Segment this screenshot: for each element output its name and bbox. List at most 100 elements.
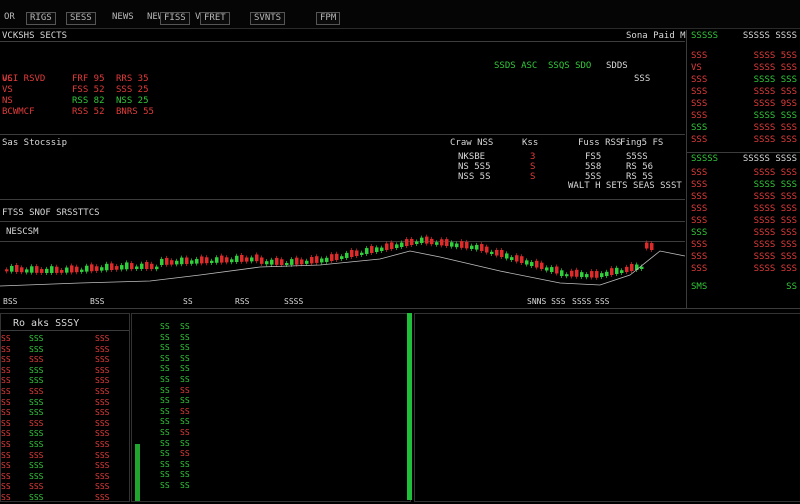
watchlist-symbol: SSS	[691, 51, 708, 61]
watchlist-row[interactable]: SSS SSSS SSS	[691, 191, 797, 203]
depth-value: SSS	[29, 439, 44, 449]
candle	[340, 256, 344, 259]
depth-value: SS	[180, 470, 190, 480]
candle	[150, 263, 154, 270]
watchlist-symbol: SSS	[691, 216, 708, 226]
candle	[530, 262, 534, 266]
depth-value: SSS	[29, 365, 44, 375]
watchlist-value: SSSS SSS	[753, 228, 797, 238]
bid-row[interactable]: NS RSS 82 NSS 25	[2, 96, 162, 107]
candle	[330, 254, 334, 261]
candle	[155, 266, 159, 270]
bid-size: SSS 25	[116, 85, 149, 95]
bid-price: RSS 52	[72, 107, 105, 117]
candle	[300, 259, 304, 265]
watchlist-value: SSSS SSS	[753, 123, 797, 133]
toolbar-item-rigs[interactable]: RIGS	[26, 12, 56, 25]
bid-row[interactable]: BCWMCF RSS 52 BNRS 55	[2, 107, 162, 118]
chart-tick-label: BSS	[3, 297, 18, 306]
depth-value: SS	[1, 376, 11, 386]
depth-value: SSS	[29, 482, 44, 492]
candle	[310, 257, 314, 264]
watchlist-row[interactable]: SSS SSSS SSS	[691, 86, 797, 98]
stock-cell: 3	[530, 152, 536, 162]
bid-symbol: BCWMCF	[2, 107, 35, 117]
candle	[215, 257, 219, 263]
depth-value: SS	[1, 482, 11, 492]
candle	[30, 266, 34, 273]
watchlist-symbol: SSS	[691, 168, 708, 178]
depth-value: SS	[180, 322, 190, 331]
candle	[600, 273, 604, 277]
depth-value: SSS	[95, 482, 110, 492]
candle	[285, 262, 289, 265]
watchlist-value: SSSS SSS	[753, 111, 797, 121]
watchlist-symbol: SSS	[691, 228, 708, 238]
bid-symbol: NS	[2, 96, 13, 106]
toolbar-item-fpm[interactable]: FPM	[316, 12, 341, 25]
stock-row[interactable]: NS 5S5 S 5S8 RS 56	[440, 162, 680, 172]
watchlist-row[interactable]: SSS SSSS SSS	[691, 179, 797, 191]
watchlist-row[interactable]: SSS SSSS SSS	[691, 134, 797, 146]
candle	[610, 268, 614, 275]
candle	[230, 259, 234, 263]
depth-value: SS	[1, 408, 11, 418]
watchlist-symbol: SSS	[691, 75, 708, 85]
depth-value: SS	[180, 385, 190, 395]
watchlist-row[interactable]: SSS SSSS SSS	[691, 239, 797, 251]
watchlist-row[interactable]: SSS SSSS SSS	[691, 215, 797, 227]
watchlist-row[interactable]: SSS SSSS SSS	[691, 227, 797, 239]
toolbar-item-or[interactable]: OR	[4, 12, 15, 23]
watchlist-row[interactable]: SSS SSSS SSS	[691, 167, 797, 179]
watchlist-row[interactable]: SSS SSSS 5SS	[691, 50, 797, 62]
candle	[540, 262, 544, 269]
watchlist-row[interactable]: SSS SSSS SSS	[691, 74, 797, 86]
chart-tick-label: SSSS	[284, 297, 304, 306]
depth-value: SS	[160, 470, 170, 480]
stock-cell: S	[530, 172, 536, 182]
watchlist-row[interactable]: VS SSSS SSS	[691, 62, 797, 74]
candle	[400, 242, 404, 247]
watchlist-value: SSSS SSS	[753, 204, 797, 214]
candle	[560, 270, 564, 276]
candle	[565, 274, 569, 277]
watchlist-panel: SSSSS SSSSS SSSS SSS SSSS 5SS VS SSSS SSS SSS…	[686, 30, 800, 308]
stock-row[interactable]: NKSBE 3 FS5 S5SS	[440, 152, 680, 162]
watchlist-row[interactable]: SSS SSSS 9SS	[691, 98, 797, 110]
toolbar-item-svnts[interactable]: SVNTS	[250, 12, 286, 25]
watchlist-row[interactable]: SSS SSSS SSS	[691, 251, 797, 263]
depth-value: SS	[1, 429, 11, 439]
depth-value: SS	[180, 332, 190, 342]
candle	[260, 257, 264, 264]
candle	[95, 266, 99, 271]
depth-value: SSS	[29, 492, 44, 502]
watchlist-symbol: SSS	[691, 240, 708, 250]
candle	[485, 246, 489, 253]
toolbar-item-sess[interactable]: SESS	[66, 12, 96, 25]
candlestick-chart-panel: FTSS SNOF SRSSTTCS NESCSM BSS BSS SS RSS SSS…	[0, 201, 685, 308]
toolbar-item-news[interactable]: NEWS	[112, 12, 134, 23]
bid-row[interactable]: VS FSS 52 SSS 25	[2, 85, 162, 96]
toolbar-item-fret[interactable]: FRET	[200, 12, 230, 25]
watchlist-row[interactable]: SSS SSSS SSS	[691, 203, 797, 215]
depth-value: SS	[1, 461, 11, 471]
watchlist-row[interactable]: SSS SSSS SSS	[691, 263, 797, 275]
chart-title: FTSS SNOF SRSSTTCS	[2, 208, 100, 218]
toolbar: OR RIGS SESS NEWS NEWS ON VEW FISS FRET …	[0, 0, 800, 29]
bid-row[interactable]: VS FRF 95 RRS 35	[2, 74, 162, 85]
toolbar-item-fiss[interactable]: FISS	[160, 12, 190, 25]
candle	[475, 244, 479, 250]
watchlist-row[interactable]: SSS SSSS SSS	[691, 122, 797, 134]
candle	[395, 244, 399, 248]
price-header-1: SSDS ASC	[494, 61, 538, 71]
depth-value: SSS	[29, 450, 44, 460]
candle	[210, 260, 214, 263]
candlestick-chart[interactable]	[0, 231, 685, 296]
depth-value: SSS	[29, 408, 44, 418]
candle	[515, 255, 519, 262]
watchlist-value: SSSS SSS	[753, 87, 797, 97]
green-splitter[interactable]	[407, 313, 412, 500]
watchlist-row[interactable]: SSS SSSS SSS	[691, 110, 797, 122]
depth-value: SS	[160, 322, 170, 331]
depth-value: SS	[160, 343, 170, 353]
